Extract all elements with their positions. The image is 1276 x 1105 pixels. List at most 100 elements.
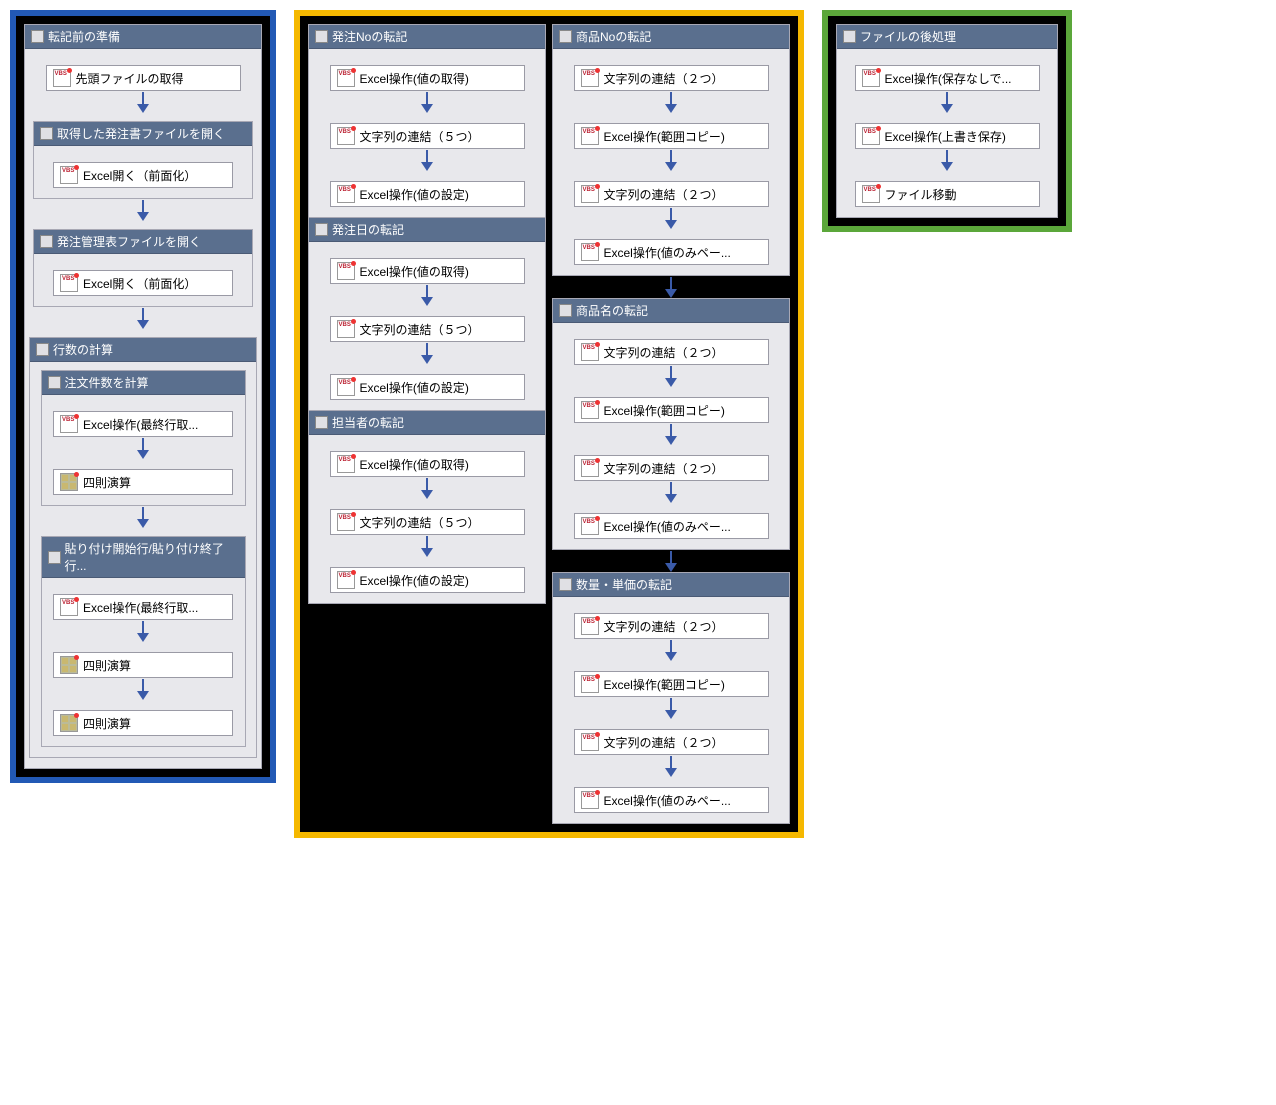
group-person[interactable]: 担当者の転記 VBSExcel操作(値の取得) VBS文字列の連結（５つ） VB… xyxy=(308,410,546,604)
node-excel-set-value[interactable]: VBS Excel操作(値の設定) xyxy=(330,374,525,400)
group-title: 商品Noの転記 xyxy=(576,28,651,45)
node-string-concat-2[interactable]: VBS文字列の連結（２つ） xyxy=(574,613,769,639)
node-string-concat-2[interactable]: VBS 文字列の連結（２つ） xyxy=(574,339,769,365)
node-excel-range-copy[interactable]: VBS Excel操作(範囲コピー) xyxy=(574,123,769,149)
node-excel-set-value[interactable]: VBSExcel操作(値の設定) xyxy=(330,181,525,207)
arrow-icon xyxy=(941,91,953,113)
node-string-concat-2[interactable]: VBS文字列の連結（２つ） xyxy=(574,65,769,91)
group-header[interactable]: 数量・単価の転記 xyxy=(553,573,789,597)
node-string-concat-5[interactable]: VBS文字列の連結（５つ） xyxy=(330,509,525,535)
node-excel-paste-values[interactable]: VBSExcel操作(値のみペー... xyxy=(574,787,769,813)
group-header[interactable]: 転記前の準備 xyxy=(25,25,261,49)
arrow-icon xyxy=(665,639,677,661)
node-label: Excel操作(値の設定) xyxy=(360,379,469,396)
node-label: Excel操作(範囲コピー) xyxy=(604,402,725,419)
node-label: Excel操作(値の取得) xyxy=(360,263,469,280)
node-excel-lastrow[interactable]: VBSExcel操作(最終行取... xyxy=(53,411,233,437)
node-excel-save-overwrite[interactable]: VBSExcel操作(上書き保存) xyxy=(855,123,1040,149)
node-label: 文字列の連結（２つ） xyxy=(604,344,724,361)
vbs-icon: VBS xyxy=(60,166,78,184)
group-header[interactable]: 商品名の転記 xyxy=(553,299,789,323)
node-label: Excel操作(値のみペー... xyxy=(604,518,731,535)
subgroup-paste-rows[interactable]: 貼り付け開始行/貼り付け終了行... VBSExcel操作(最終行取... 四則… xyxy=(41,536,246,747)
arrow-icon xyxy=(665,697,677,719)
node-arithmetic[interactable]: 四則演算 xyxy=(53,710,233,736)
node-label: 文字列の連結（５つ） xyxy=(360,128,480,145)
calc-icon xyxy=(60,656,78,674)
group-header[interactable]: 発注管理表ファイルを開く xyxy=(34,230,252,254)
node-excel-paste-values[interactable]: VBS Excel操作(値のみペー... xyxy=(574,513,769,539)
diagram-canvas: 転記前の準備 VBS先頭ファイルの取得 取得した発注書ファイルを開く VBSEx… xyxy=(10,10,1266,838)
vbs-icon: VBS xyxy=(337,185,355,203)
arrow-icon xyxy=(665,91,677,113)
node-label: 文字列の連結（２つ） xyxy=(604,734,724,751)
group-header[interactable]: 発注Noの転記 xyxy=(309,25,545,49)
node-label: ファイル移動 xyxy=(885,186,957,203)
group-product-name[interactable]: 商品名の転記 VBS文字列の連結（２つ） VBSExcel操作(範囲コピー) V… xyxy=(552,298,790,550)
group-header[interactable]: 行数の計算 xyxy=(30,338,256,362)
node-excel-set-value[interactable]: VBSExcel操作(値の設定) xyxy=(330,567,525,593)
group-qty-price[interactable]: 数量・単価の転記 VBS文字列の連結（２つ） VBSExcel操作(範囲コピー)… xyxy=(552,572,790,824)
node-excel-range-copy[interactable]: VBSExcel操作(範囲コピー) xyxy=(574,671,769,697)
group-header[interactable]: 貼り付け開始行/貼り付け終了行... xyxy=(42,537,245,578)
vbs-icon: VBS xyxy=(581,343,599,361)
node-arithmetic[interactable]: 四則演算 xyxy=(53,652,233,678)
arrow-icon xyxy=(421,535,433,557)
subgroup-order-count[interactable]: 注文件数を計算 VBSExcel操作(最終行取... 四則演算 xyxy=(41,370,246,506)
node-string-concat-5[interactable]: VBS文字列の連結（５つ） xyxy=(330,316,525,342)
subgroup-open-order-file[interactable]: 取得した発注書ファイルを開く VBSExcel開く（前面化） xyxy=(33,121,253,199)
group-order-no[interactable]: 発注Noの転記 VBSExcel操作(値の取得) VBS文字列の連結（５つ） V… xyxy=(308,24,546,218)
node-label: 四則演算 xyxy=(83,474,131,491)
group-product-no[interactable]: 商品Noの転記 VBS文字列の連結（２つ） VBSExcel操作(範囲コピー) … xyxy=(552,24,790,276)
node-excel-close-nosave[interactable]: VBSExcel操作(保存なしで... xyxy=(855,65,1040,91)
node-excel-lastrow[interactable]: VBSExcel操作(最終行取... xyxy=(53,594,233,620)
subgroup-row-calc[interactable]: 行数の計算 注文件数を計算 VBSExcel操作(最終行取... 四則演算 貼り… xyxy=(29,337,257,758)
group-header[interactable]: 注文件数を計算 xyxy=(42,371,245,395)
vbs-icon: VBS xyxy=(337,69,355,87)
node-label: Excel操作(範囲コピー) xyxy=(604,128,725,145)
group-title: 貼り付け開始行/貼り付け終了行... xyxy=(65,540,239,574)
vbs-icon: VBS xyxy=(581,517,599,535)
arrow-icon xyxy=(665,481,677,503)
group-title: 発注Noの転記 xyxy=(332,28,407,45)
arrow-icon xyxy=(421,342,433,364)
node-excel-paste-values[interactable]: VBSExcel操作(値のみペー... xyxy=(574,239,769,265)
group-preparation[interactable]: 転記前の準備 VBS先頭ファイルの取得 取得した発注書ファイルを開く VBSEx… xyxy=(24,24,262,769)
node-string-concat-2[interactable]: VBS文字列の連結（２つ） xyxy=(574,729,769,755)
group-header[interactable]: 取得した発注書ファイルを開く xyxy=(34,122,252,146)
arrow-icon xyxy=(137,437,149,459)
node-string-concat-2[interactable]: VBS文字列の連結（２つ） xyxy=(574,181,769,207)
group-file-postprocess[interactable]: ファイルの後処理 VBSExcel操作(保存なしで... VBSExcel操作(… xyxy=(836,24,1058,218)
arrow-icon xyxy=(137,620,149,642)
node-label: Excel操作(最終行取... xyxy=(83,416,198,433)
arrow-icon xyxy=(421,477,433,499)
node-label: 文字列の連結（２つ） xyxy=(604,70,724,87)
subgroup-open-mgmt-file[interactable]: 発注管理表ファイルを開く VBSExcel開く（前面化） xyxy=(33,229,253,307)
node-file-move[interactable]: VBS ファイル移動 xyxy=(855,181,1040,207)
node-label: Excel操作(値のみペー... xyxy=(604,244,731,261)
node-string-concat-5[interactable]: VBS文字列の連結（５つ） xyxy=(330,123,525,149)
node-excel-get-value[interactable]: VBSExcel操作(値の取得) xyxy=(330,65,525,91)
node-string-concat-2[interactable]: VBS文字列の連結（２つ） xyxy=(574,455,769,481)
group-header[interactable]: 商品Noの転記 xyxy=(553,25,789,49)
arrow-icon xyxy=(421,91,433,113)
vbs-icon: VBS xyxy=(581,675,599,693)
vbs-icon: VBS xyxy=(862,185,880,203)
node-get-first-file[interactable]: VBS先頭ファイルの取得 xyxy=(46,65,241,91)
node-excel-open[interactable]: VBSExcel開く（前面化） xyxy=(53,270,233,296)
node-arithmetic[interactable]: 四則演算 xyxy=(53,469,233,495)
group-header[interactable]: 担当者の転記 xyxy=(309,411,545,435)
node-excel-get-value[interactable]: VBSExcel操作(値の取得) xyxy=(330,451,525,477)
node-label: Excel操作(最終行取... xyxy=(83,599,198,616)
group-order-date[interactable]: 発注日の転記 VBSExcel操作(値の取得) VBS文字列の連結（５つ） VB… xyxy=(308,217,546,411)
vbs-icon: VBS xyxy=(337,378,355,396)
group-header[interactable]: 発注日の転記 xyxy=(309,218,545,242)
node-excel-get-value[interactable]: VBSExcel操作(値の取得) xyxy=(330,258,525,284)
arrow-icon xyxy=(665,276,677,298)
vbs-icon: VBS xyxy=(581,127,599,145)
node-excel-open[interactable]: VBSExcel開く（前面化） xyxy=(53,162,233,188)
arrow-icon xyxy=(137,307,149,329)
node-excel-range-copy[interactable]: VBSExcel操作(範囲コピー) xyxy=(574,397,769,423)
group-header[interactable]: ファイルの後処理 xyxy=(837,25,1057,49)
node-label: 先頭ファイルの取得 xyxy=(76,70,184,87)
